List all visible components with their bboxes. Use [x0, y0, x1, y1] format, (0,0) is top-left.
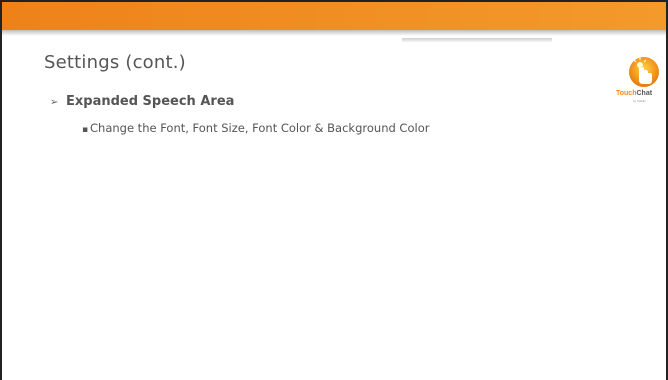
header-band [2, 2, 666, 30]
header-band-shadow [2, 30, 666, 36]
logo-text: TouchChat [616, 90, 653, 97]
bullet-square-icon: ▪ [82, 125, 89, 135]
bullet-level1: ➢ Expanded Speech Area [50, 94, 234, 109]
bullet-text: Expanded Speech Area [66, 94, 235, 109]
bullet-arrow-icon: ➢ [50, 97, 59, 108]
slide-title: Settings (cont.) [44, 52, 186, 73]
sub-bullet-text: Change the Font, Font Size, Font Color &… [90, 121, 430, 135]
header-band-accent [402, 38, 552, 42]
bullet-level2: ▪ Change the Font, Font Size, Font Color … [82, 121, 429, 135]
slide: Settings (cont.) TouchChat by Saltillo ➢… [0, 0, 668, 380]
logo-subtext: by Saltillo [633, 99, 646, 103]
